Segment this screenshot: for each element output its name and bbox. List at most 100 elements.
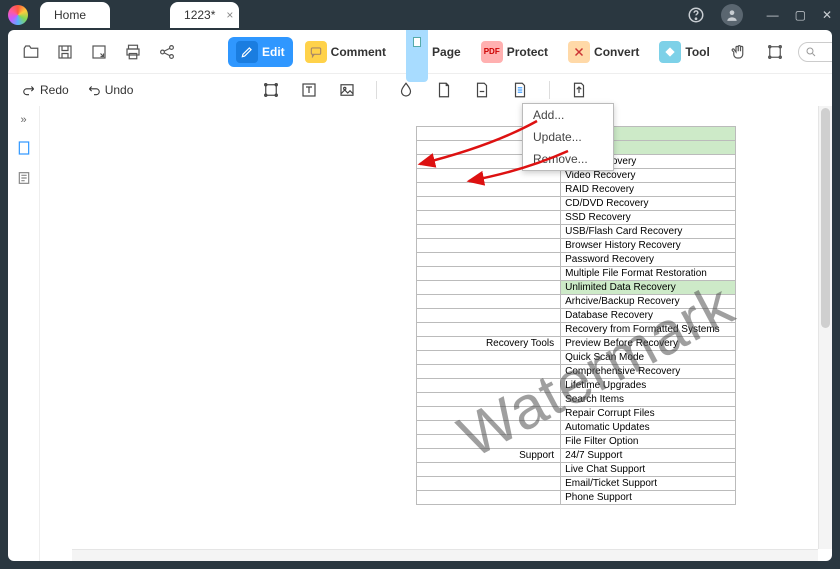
edit-label: Edit <box>262 45 285 59</box>
table-row: Lifetime Upgrades <box>417 379 736 393</box>
close-icon[interactable]: × <box>226 8 233 22</box>
row-label <box>417 183 561 197</box>
watermark-icon[interactable]: Add... Update... Remove... <box>397 81 415 99</box>
tab-document[interactable]: 1223* × <box>170 2 239 28</box>
help-icon[interactable] <box>687 6 705 24</box>
open-icon[interactable] <box>18 39 44 65</box>
row-value: Preview Before Recovery <box>561 337 736 351</box>
main-ribbon: Edit Comment Page PDFProtect Convert Too… <box>8 30 832 74</box>
table-row: Database Recovery <box>417 309 736 323</box>
minimize-button[interactable]: — <box>767 8 779 22</box>
row-label <box>417 477 561 491</box>
tool-label: Tool <box>685 45 709 59</box>
app-window: Edit Comment Page PDFProtect Convert Too… <box>8 30 832 561</box>
table-row: CD/DVD Recovery <box>417 197 736 211</box>
undo-label: Undo <box>105 83 134 97</box>
row-value: Live Chat Support <box>561 463 736 477</box>
menu-item-remove[interactable]: Remove... <box>523 148 613 170</box>
table-row: File Filter Option <box>417 435 736 449</box>
edit-tools: Add... Update... Remove... <box>262 81 588 99</box>
maximize-button[interactable]: ▢ <box>795 8 806 22</box>
page-c-icon[interactable] <box>511 81 529 99</box>
vertical-scrollbar[interactable] <box>818 106 832 549</box>
page-label: Page <box>432 45 461 59</box>
tab-home[interactable]: Home <box>40 2 110 28</box>
row-label <box>417 295 561 309</box>
row-label <box>417 379 561 393</box>
crop-icon[interactable] <box>262 81 280 99</box>
row-label <box>417 239 561 253</box>
redo-button[interactable]: Redo <box>22 83 69 97</box>
close-button[interactable]: ✕ <box>822 8 832 22</box>
row-value: Automatic Updates <box>561 421 736 435</box>
menu-item-update[interactable]: Update... <box>523 126 613 148</box>
saveas-icon[interactable] <box>86 39 112 65</box>
bookmarks-icon[interactable] <box>16 170 32 186</box>
watermark-dropdown: Add... Update... Remove... <box>522 103 614 171</box>
row-label <box>417 197 561 211</box>
ribbon-tab-comment[interactable]: Comment <box>297 37 394 67</box>
expand-icon[interactable]: » <box>20 114 26 126</box>
row-value: Search Items <box>561 393 736 407</box>
row-label <box>417 267 561 281</box>
row-value: Email/Ticket Support <box>561 477 736 491</box>
row-label <box>417 323 561 337</box>
ribbon-tab-protect[interactable]: PDFProtect <box>473 37 556 67</box>
row-label <box>417 225 561 239</box>
ribbon-tab-edit[interactable]: Edit <box>228 37 293 67</box>
table-row: Automatic Updates <box>417 421 736 435</box>
hand-icon[interactable] <box>726 39 752 65</box>
document-viewport[interactable]: RecoveryoveryPhoto RecoveryVideo Recover… <box>40 106 832 561</box>
table-row: Unlimited Data Recovery <box>417 281 736 295</box>
select-icon[interactable] <box>762 39 788 65</box>
table-row: Arhcive/Backup Recovery <box>417 295 736 309</box>
divider <box>376 81 377 99</box>
table-row: Comprehensive Recovery <box>417 365 736 379</box>
row-label <box>417 393 561 407</box>
page-a-icon[interactable] <box>435 81 453 99</box>
row-value: USB/Flash Card Recovery <box>561 225 736 239</box>
table-row: Live Chat Support <box>417 463 736 477</box>
page-d-icon[interactable] <box>570 81 588 99</box>
ribbon-tab-tool[interactable]: Tool <box>651 37 717 67</box>
table-row: Quick Scan Mode <box>417 351 736 365</box>
remove-label: Remove... <box>533 152 588 166</box>
table-row: Multiple File Format Restoration <box>417 267 736 281</box>
table-row: Search Items <box>417 393 736 407</box>
tab-home-label: Home <box>54 8 86 22</box>
share-icon[interactable] <box>154 39 180 65</box>
row-value: Multiple File Format Restoration <box>561 267 736 281</box>
table-row: USB/Flash Card Recovery <box>417 225 736 239</box>
table-row: RAID Recovery <box>417 183 736 197</box>
thumbnails-icon[interactable] <box>16 140 32 156</box>
window-controls: — ▢ ✕ <box>767 8 832 22</box>
undo-button[interactable]: Undo <box>87 83 134 97</box>
table-row: Recovery ToolsPreview Before Recovery <box>417 337 736 351</box>
image-icon[interactable] <box>338 81 356 99</box>
table-row: Browser History Recovery <box>417 239 736 253</box>
row-label <box>417 421 561 435</box>
row-value: File Filter Option <box>561 435 736 449</box>
row-label <box>417 435 561 449</box>
row-value: SSD Recovery <box>561 211 736 225</box>
page-b-icon[interactable] <box>473 81 491 99</box>
ribbon-tab-convert[interactable]: Convert <box>560 37 647 67</box>
avatar-icon[interactable] <box>721 4 743 26</box>
table-row: Phone Support <box>417 491 736 505</box>
horizontal-scrollbar[interactable] <box>72 549 818 561</box>
row-label <box>417 365 561 379</box>
print-icon[interactable] <box>120 39 146 65</box>
row-value: Unlimited Data Recovery <box>561 281 736 295</box>
table-row: Repair Corrupt Files <box>417 407 736 421</box>
scrollbar-thumb[interactable] <box>821 108 830 328</box>
row-value: Lifetime Upgrades <box>561 379 736 393</box>
protect-label: Protect <box>507 45 548 59</box>
divider <box>549 81 550 99</box>
row-value: Phone Support <box>561 491 736 505</box>
menu-item-add[interactable]: Add... <box>523 104 613 126</box>
text-icon[interactable] <box>300 81 318 99</box>
save-icon[interactable] <box>52 39 78 65</box>
row-label <box>417 463 561 477</box>
search-input[interactable] <box>798 42 832 62</box>
titlebar: Home 1223* × — ▢ ✕ <box>0 0 840 30</box>
